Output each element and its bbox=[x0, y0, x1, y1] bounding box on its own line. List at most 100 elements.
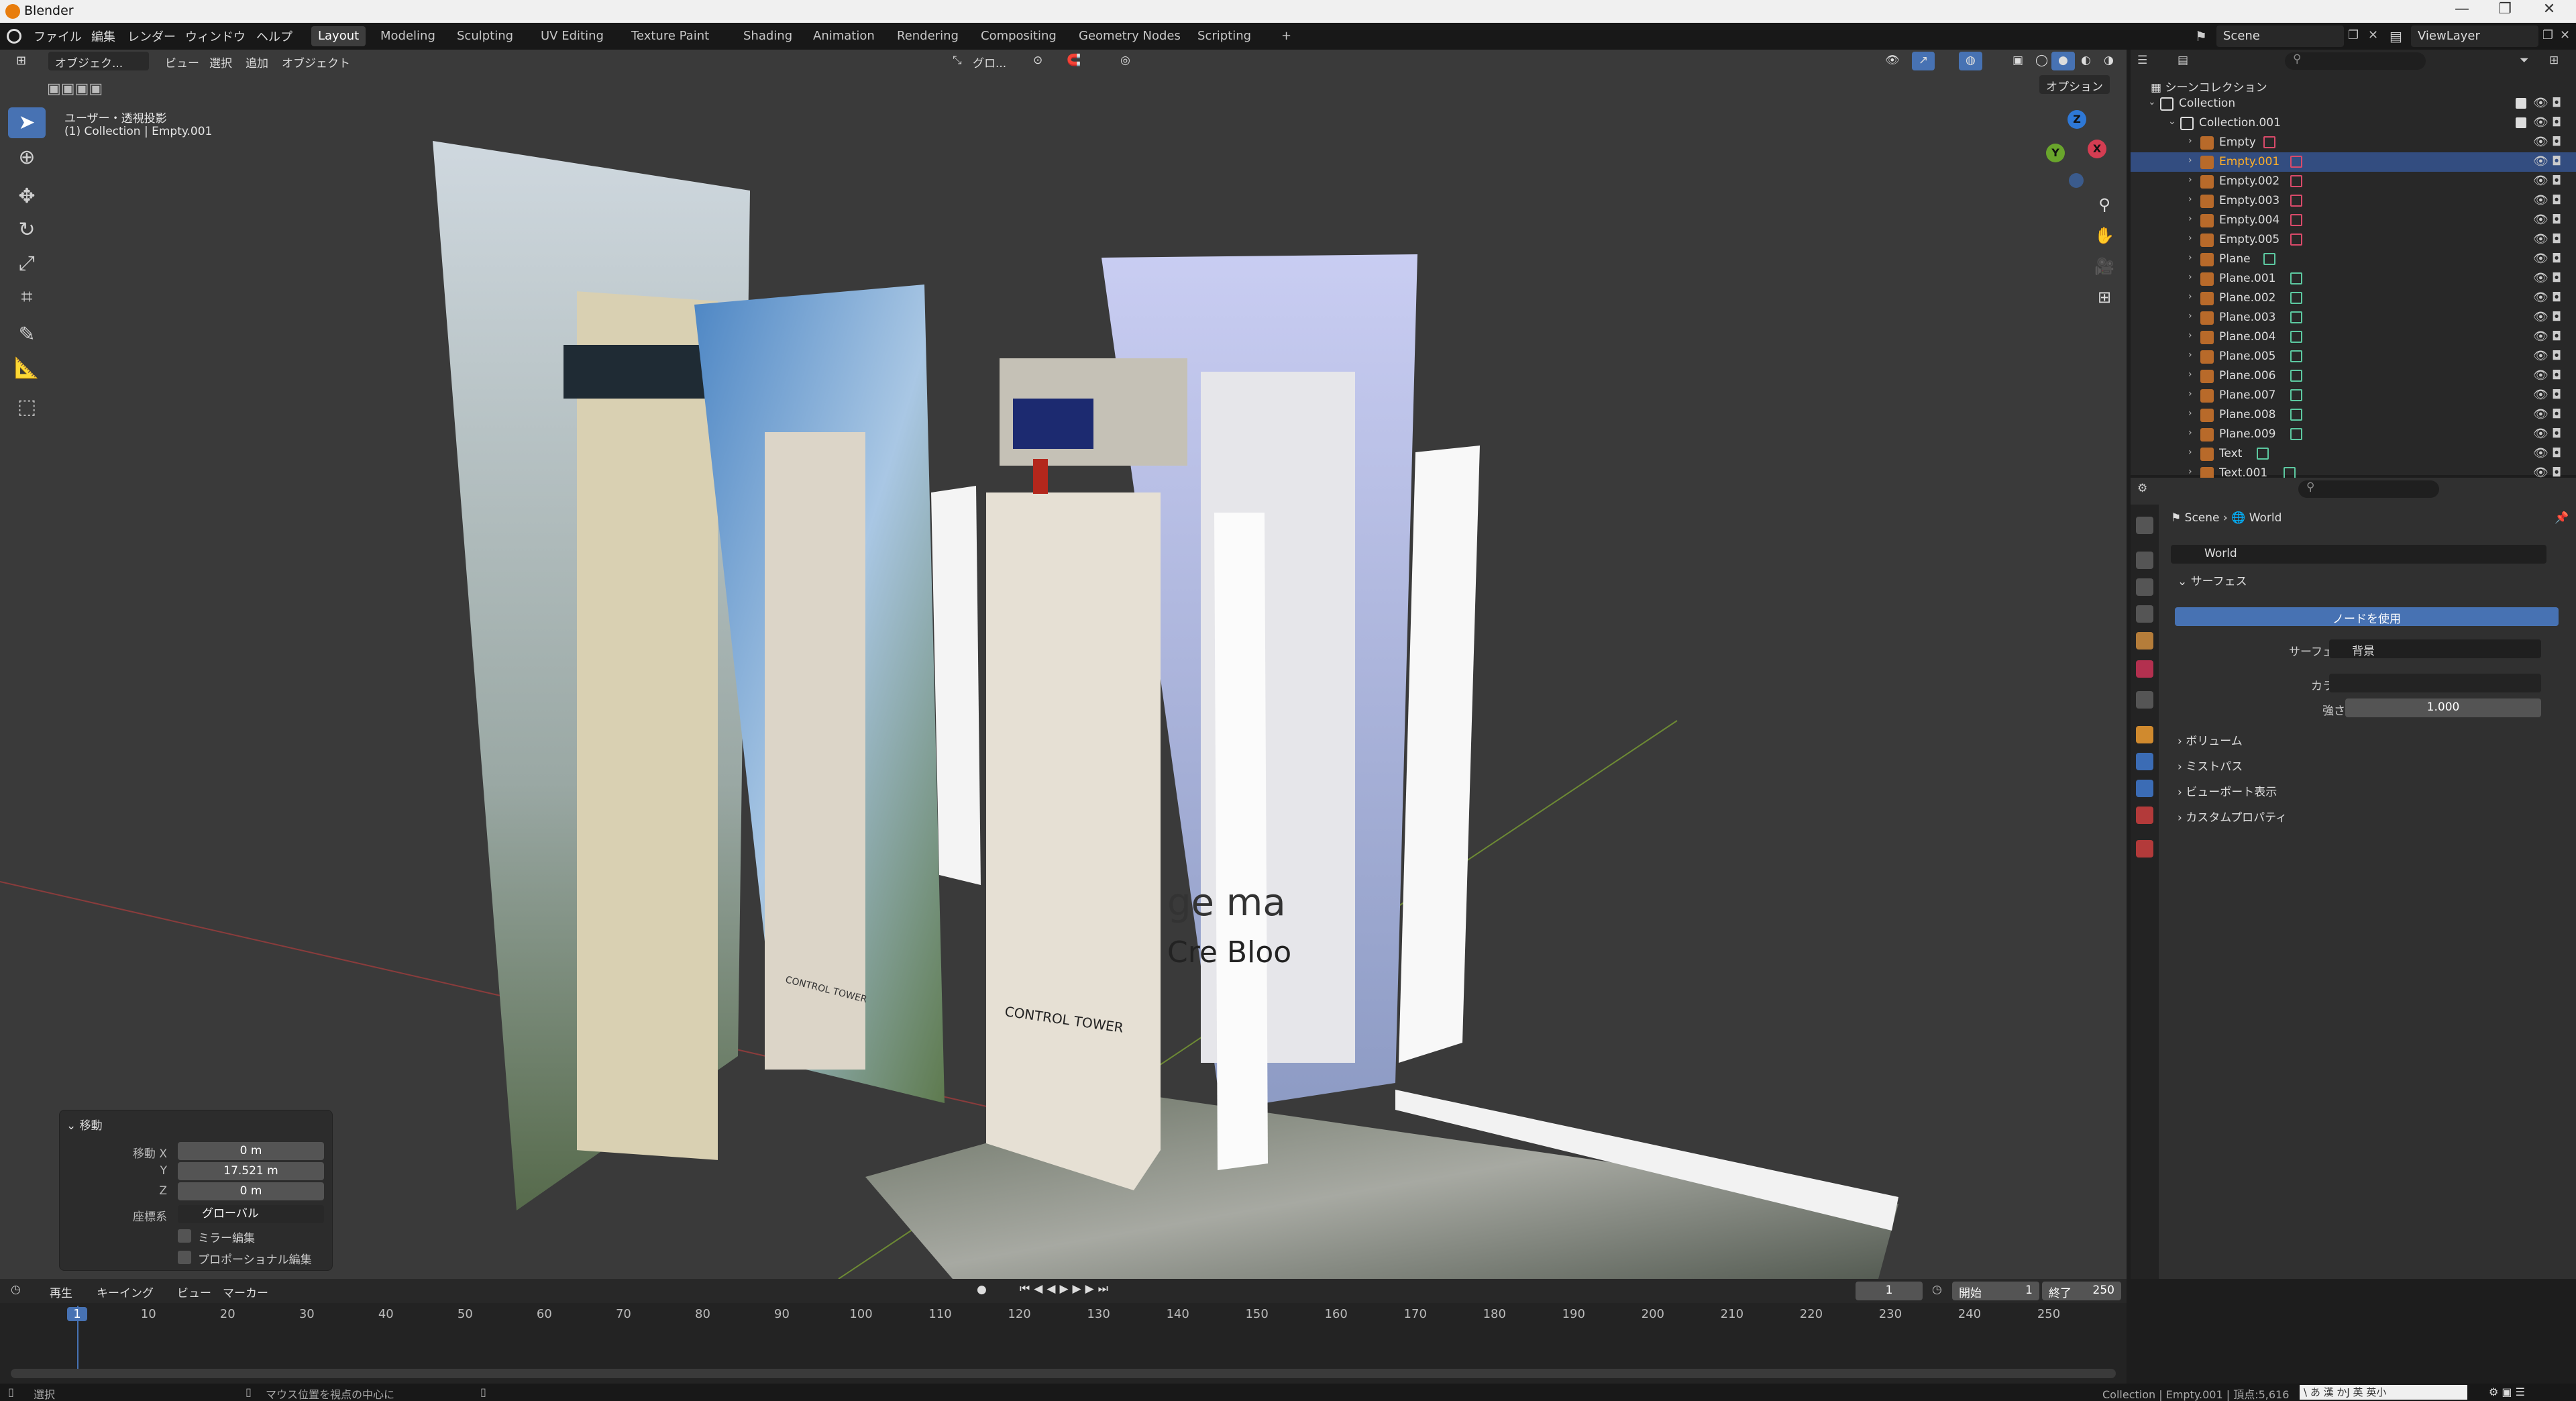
menu-add[interactable]: 追加 bbox=[239, 52, 275, 70]
camera-view-icon[interactable]: 🎥 bbox=[2092, 254, 2117, 279]
outliner-row-collection-001[interactable]: ⌄ Collection.001 👁 ◘ bbox=[2131, 113, 2576, 133]
eye-icon[interactable]: 👁 bbox=[2533, 407, 2548, 421]
collapse-chevron-icon[interactable]: › bbox=[2188, 369, 2192, 380]
zoom-icon[interactable]: ⚲ bbox=[2092, 192, 2117, 217]
collection-checkbox[interactable] bbox=[2516, 98, 2526, 109]
workspace-tab-6[interactable]: Animation bbox=[806, 26, 881, 46]
move-z-field[interactable]: 0 m bbox=[178, 1182, 324, 1200]
menu-view[interactable]: ビュー bbox=[158, 52, 206, 70]
outliner-display-mode-icon[interactable]: ▤ bbox=[2178, 54, 2188, 67]
outliner-search-input[interactable]: ⚲ bbox=[2285, 52, 2426, 70]
outliner-row-plane-003[interactable]: › Plane.003 👁 ◘ bbox=[2131, 308, 2576, 327]
collection-tab-icon[interactable] bbox=[2136, 691, 2153, 709]
eye-icon[interactable]: 👁 bbox=[2533, 368, 2548, 382]
ime-toolbar[interactable]: \ あ 漢 かJ 英 英小 bbox=[2300, 1385, 2467, 1400]
scene-selector[interactable]: Scene bbox=[2216, 25, 2344, 47]
outliner-row-plane[interactable]: › Plane 👁 ◘ bbox=[2131, 250, 2576, 269]
constraints-tab-icon[interactable] bbox=[2136, 780, 2153, 797]
output-tab-icon[interactable] bbox=[2136, 578, 2153, 596]
eye-icon[interactable]: 👁 bbox=[2533, 96, 2548, 110]
outliner-row-empty[interactable]: › Empty 👁 ◘ bbox=[2131, 133, 2576, 152]
move-tool-icon[interactable]: ✥ bbox=[8, 181, 46, 212]
outliner-row-empty-005[interactable]: › Empty.005 👁 ◘ bbox=[2131, 230, 2576, 250]
surface-section-header[interactable]: ⌄ サーフェス bbox=[2178, 572, 2247, 588]
section-3[interactable]: › カスタムプロパティ bbox=[2178, 808, 2287, 825]
select-box-tool-icon[interactable]: ➤ bbox=[8, 107, 46, 138]
camera-icon[interactable]: ◘ bbox=[2552, 368, 2561, 382]
camera-icon[interactable]: ◘ bbox=[2552, 135, 2561, 149]
physics-tab-icon[interactable] bbox=[2136, 753, 2153, 770]
collapse-chevron-icon[interactable]: › bbox=[2188, 408, 2192, 419]
gizmo-toggle-icon[interactable]: ↗ bbox=[1912, 52, 1935, 70]
view-layer-tab-icon[interactable] bbox=[2136, 605, 2153, 623]
xray-icon[interactable]: ▣ bbox=[2006, 52, 2030, 70]
collapse-chevron-icon[interactable]: › bbox=[2188, 447, 2192, 458]
rotate-tool-icon[interactable]: ↻ bbox=[8, 215, 46, 246]
blender-menu-icon[interactable] bbox=[7, 29, 21, 44]
rendered-shading-icon[interactable]: ◑ bbox=[2097, 52, 2121, 70]
workspace-tab-2[interactable]: Sculpting bbox=[450, 26, 520, 46]
section-2[interactable]: › ビューポート表示 bbox=[2178, 782, 2277, 799]
collapse-chevron-icon[interactable]: › bbox=[2188, 136, 2192, 146]
outliner-row-text[interactable]: › Text 👁 ◘ bbox=[2131, 444, 2576, 464]
workspace-tab-8[interactable]: Compositing bbox=[974, 26, 1063, 46]
workspace-tab-9[interactable]: Geometry Nodes bbox=[1072, 26, 1187, 46]
menu-file[interactable]: ファイル bbox=[34, 28, 82, 45]
menu-render[interactable]: レンダー bbox=[127, 28, 176, 45]
workspace-tab-1[interactable]: Modeling bbox=[374, 26, 442, 46]
color-field[interactable] bbox=[2329, 674, 2541, 692]
camera-icon[interactable]: ◘ bbox=[2552, 446, 2561, 460]
material-shading-icon[interactable]: ◐ bbox=[2074, 52, 2098, 70]
eye-icon[interactable]: 👁 bbox=[2533, 135, 2548, 149]
gizmo-x-axis[interactable]: X bbox=[2088, 140, 2106, 158]
outliner-row-plane-001[interactable]: › Plane.001 👁 ◘ bbox=[2131, 269, 2576, 289]
tool-tab-icon[interactable] bbox=[2136, 517, 2153, 534]
workspace-tab-10[interactable]: Scripting bbox=[1191, 26, 1258, 46]
timeline-menu-keying[interactable]: キーイング bbox=[97, 1284, 154, 1300]
eye-icon[interactable]: 👁 bbox=[2533, 115, 2548, 129]
camera-icon[interactable]: ◘ bbox=[2552, 174, 2561, 188]
scene-remove-icon[interactable]: ✕ bbox=[2368, 28, 2378, 42]
outliner-row-plane-004[interactable]: › Plane.004 👁 ◘ bbox=[2131, 327, 2576, 347]
expand-chevron-icon[interactable]: ⌄ bbox=[2148, 97, 2156, 107]
outliner-row-plane-006[interactable]: › Plane.006 👁 ◘ bbox=[2131, 366, 2576, 386]
outliner-row-collection[interactable]: ⌄ Collection 👁 ◘ bbox=[2131, 94, 2576, 113]
collapse-chevron-icon[interactable]: › bbox=[2188, 427, 2192, 438]
menu-edit[interactable]: 編集 bbox=[91, 28, 115, 45]
workspace-tab-0[interactable]: Layout bbox=[311, 26, 366, 46]
timeline-menu-marker[interactable]: マーカー bbox=[223, 1284, 268, 1300]
visibility-icon[interactable]: 👁 bbox=[1878, 52, 1907, 70]
outliner-row-empty-004[interactable]: › Empty.004 👁 ◘ bbox=[2131, 211, 2576, 230]
new-collection-icon[interactable]: ⊞ bbox=[2549, 54, 2559, 67]
operator-title[interactable]: ⌄ 移動 bbox=[66, 1116, 103, 1133]
eye-icon[interactable]: 👁 bbox=[2533, 174, 2548, 188]
workspace-tab-11[interactable]: + bbox=[1275, 26, 1298, 46]
menu-select[interactable]: 選択 bbox=[203, 52, 239, 70]
collapse-chevron-icon[interactable]: › bbox=[2188, 330, 2192, 341]
eye-icon[interactable]: 👁 bbox=[2533, 232, 2548, 246]
workspace-tab-4[interactable]: Texture Paint bbox=[625, 26, 716, 46]
collapse-chevron-icon[interactable]: › bbox=[2188, 252, 2192, 263]
mirror-checkbox[interactable] bbox=[178, 1229, 191, 1243]
editor-type-icon[interactable]: ⊞ bbox=[9, 52, 33, 70]
collection-checkbox[interactable] bbox=[2516, 117, 2526, 128]
eye-icon[interactable]: 👁 bbox=[2533, 349, 2548, 363]
eye-icon[interactable]: 👁 bbox=[2533, 154, 2548, 168]
collapse-chevron-icon[interactable]: › bbox=[2188, 155, 2192, 166]
eye-icon[interactable]: 👁 bbox=[2533, 193, 2548, 207]
camera-icon[interactable]: ◘ bbox=[2552, 388, 2561, 402]
outliner-row-plane-002[interactable]: › Plane.002 👁 ◘ bbox=[2131, 289, 2576, 308]
transform-orientation-selector[interactable]: グロ... bbox=[966, 52, 1013, 70]
camera-icon[interactable]: ◘ bbox=[2552, 310, 2561, 324]
options-button[interactable]: オプション bbox=[2039, 75, 2110, 94]
outliner-row-empty-002[interactable]: › Empty.002 👁 ◘ bbox=[2131, 172, 2576, 191]
measure-tool-icon[interactable]: 📐 bbox=[8, 353, 46, 384]
workspace-tab-7[interactable]: Rendering bbox=[890, 26, 965, 46]
eye-icon[interactable]: 👁 bbox=[2533, 329, 2548, 344]
annotate-tool-icon[interactable]: ✎ bbox=[8, 319, 46, 350]
maximize-button[interactable]: ❐ bbox=[2485, 1, 2525, 17]
collapse-chevron-icon[interactable]: › bbox=[2188, 291, 2192, 302]
eye-icon[interactable]: 👁 bbox=[2533, 310, 2548, 324]
menu-object[interactable]: オブジェクト bbox=[275, 52, 357, 70]
timeline-menu-playback[interactable]: 再生 bbox=[50, 1284, 72, 1300]
